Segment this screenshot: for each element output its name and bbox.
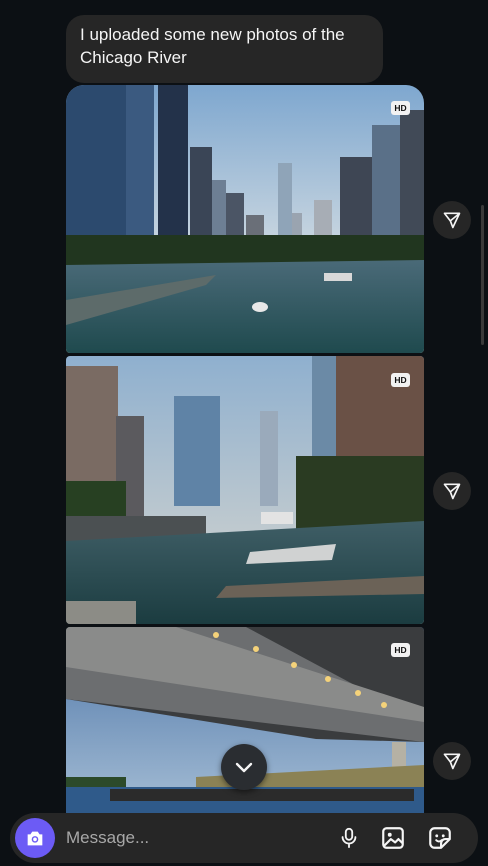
sticker-button[interactable] <box>426 824 454 852</box>
message-bubble[interactable]: I uploaded some new photos of the Chicag… <box>66 15 383 83</box>
microphone-button[interactable] <box>335 824 363 852</box>
microphone-icon <box>341 827 357 849</box>
camera-icon <box>27 831 43 846</box>
message-composer <box>10 813 478 863</box>
hd-badge: HD <box>391 101 410 115</box>
paper-plane-icon <box>443 483 461 500</box>
chevron-down-icon <box>235 762 253 773</box>
paper-plane-icon <box>443 212 461 229</box>
scroll-to-bottom-button[interactable] <box>221 744 267 790</box>
message-input[interactable] <box>66 827 316 849</box>
hd-badge: HD <box>391 643 410 657</box>
gallery-button[interactable] <box>379 824 407 852</box>
share-button-3[interactable] <box>433 742 471 780</box>
message-text: I uploaded some new photos of the Chicag… <box>80 25 345 67</box>
camera-button[interactable] <box>15 818 55 858</box>
photo-1[interactable]: HD <box>66 85 424 353</box>
photo-2[interactable]: HD <box>66 356 424 624</box>
share-button-2[interactable] <box>433 472 471 510</box>
sticker-icon <box>429 827 451 849</box>
gallery-icon <box>382 827 404 849</box>
paper-plane-icon <box>443 753 461 770</box>
hd-badge: HD <box>391 373 410 387</box>
share-button-1[interactable] <box>433 201 471 239</box>
scrollbar[interactable] <box>481 205 484 345</box>
